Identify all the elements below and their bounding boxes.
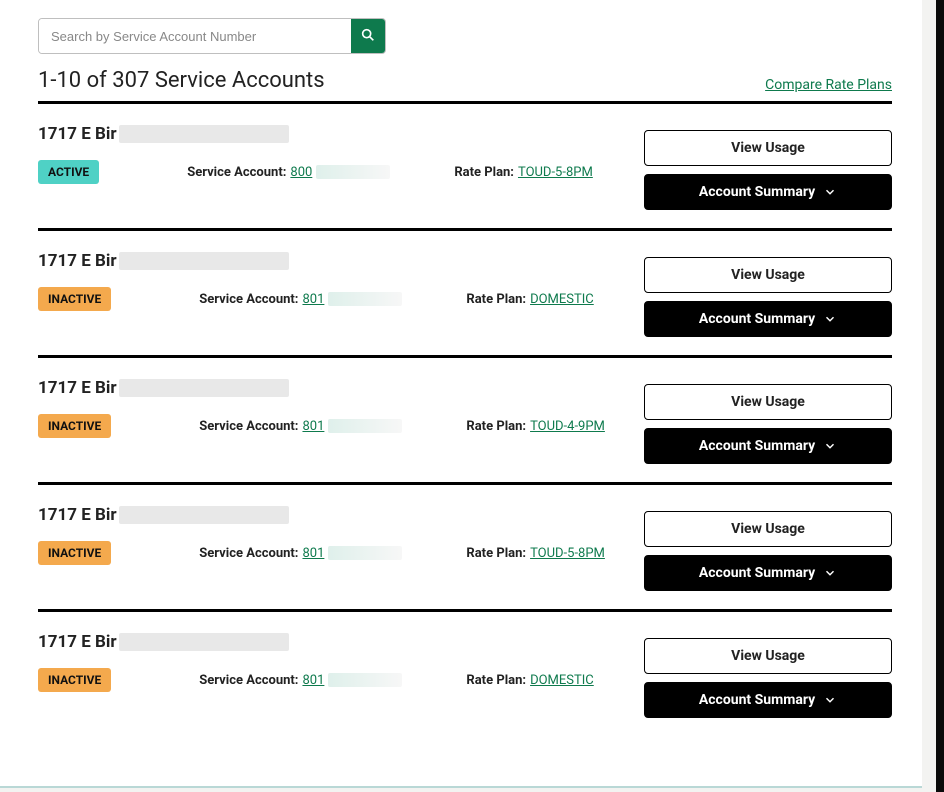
redacted-mask [328, 673, 402, 687]
chevron-down-icon [823, 312, 837, 326]
chevron-down-icon [823, 693, 837, 707]
account-summary-button[interactable]: Account Summary [644, 555, 892, 591]
rate-plan-link[interactable]: DOMESTIC [530, 292, 594, 307]
search-button[interactable] [351, 19, 385, 53]
rate-plan-label: Rate Plan: [466, 419, 526, 434]
chevron-down-icon [823, 566, 837, 580]
service-account-link[interactable]: 801 [302, 546, 324, 561]
redacted-mask [119, 379, 289, 397]
rate-plan-link[interactable]: TOUD-4-9PM [530, 419, 605, 434]
account-row: 1717 E Bir INACTIVE Service Account: 801… [38, 231, 892, 358]
account-summary-button[interactable]: Account Summary [644, 682, 892, 718]
service-account-label: Service Account: [187, 165, 286, 180]
rate-plan-link[interactable]: TOUD-5-8PM [518, 165, 593, 180]
rate-plan-label: Rate Plan: [466, 546, 526, 561]
status-badge: INACTIVE [38, 287, 111, 311]
rate-plan-label: Rate Plan: [466, 673, 526, 688]
redacted-mask [119, 633, 289, 651]
account-summary-label: Account Summary [699, 692, 815, 708]
service-account-label: Service Account: [199, 419, 298, 434]
redacted-mask [328, 546, 402, 560]
service-account-label: Service Account: [199, 546, 298, 561]
status-badge: INACTIVE [38, 668, 111, 692]
account-summary-label: Account Summary [699, 438, 815, 454]
search-wrapper [38, 18, 386, 54]
view-usage-button[interactable]: View Usage [644, 511, 892, 547]
account-row: 1717 E Bir INACTIVE Service Account: 801… [38, 612, 892, 736]
account-summary-label: Account Summary [699, 311, 815, 327]
search-input[interactable] [39, 19, 351, 53]
account-address: 1717 E Bir [38, 632, 117, 652]
status-badge: ACTIVE [38, 160, 99, 184]
chevron-down-icon [823, 185, 837, 199]
redacted-mask [119, 125, 289, 143]
service-account-link[interactable]: 800 [290, 165, 312, 180]
service-account-link[interactable]: 801 [302, 419, 324, 434]
redacted-mask [316, 165, 390, 179]
account-summary-button[interactable]: Account Summary [644, 428, 892, 464]
account-row: 1717 E Bir ACTIVE Service Account: 800 R… [38, 104, 892, 231]
rate-plan-label: Rate Plan: [466, 292, 526, 307]
view-usage-button[interactable]: View Usage [644, 384, 892, 420]
rate-plan-link[interactable]: DOMESTIC [530, 673, 594, 688]
view-usage-button[interactable]: View Usage [644, 257, 892, 293]
redacted-mask [119, 506, 289, 524]
chevron-down-icon [823, 439, 837, 453]
account-summary-label: Account Summary [699, 565, 815, 581]
redacted-mask [328, 292, 402, 306]
account-address: 1717 E Bir [38, 505, 117, 525]
account-summary-label: Account Summary [699, 184, 815, 200]
compare-rate-plans-link[interactable]: Compare Rate Plans [765, 77, 892, 93]
account-row: 1717 E Bir INACTIVE Service Account: 801… [38, 358, 892, 485]
service-account-link[interactable]: 801 [302, 673, 324, 688]
rate-plan-label: Rate Plan: [454, 165, 514, 180]
scrollbar-track[interactable] [936, 0, 944, 792]
account-address: 1717 E Bir [38, 378, 117, 398]
service-account-label: Service Account: [199, 292, 298, 307]
service-account-label: Service Account: [199, 673, 298, 688]
status-badge: INACTIVE [38, 414, 111, 438]
view-usage-button[interactable]: View Usage [644, 130, 892, 166]
redacted-mask [119, 252, 289, 270]
results-count: 1-10 of 307 Service Accounts [38, 68, 325, 93]
redacted-mask [328, 419, 402, 433]
service-account-link[interactable]: 801 [302, 292, 324, 307]
account-address: 1717 E Bir [38, 251, 117, 271]
account-summary-button[interactable]: Account Summary [644, 301, 892, 337]
view-usage-button[interactable]: View Usage [644, 638, 892, 674]
account-summary-button[interactable]: Account Summary [644, 174, 892, 210]
account-row: 1717 E Bir INACTIVE Service Account: 801… [38, 485, 892, 612]
search-icon [360, 27, 376, 46]
status-badge: INACTIVE [38, 541, 111, 565]
rate-plan-link[interactable]: TOUD-5-8PM [530, 546, 605, 561]
account-address: 1717 E Bir [38, 124, 117, 144]
